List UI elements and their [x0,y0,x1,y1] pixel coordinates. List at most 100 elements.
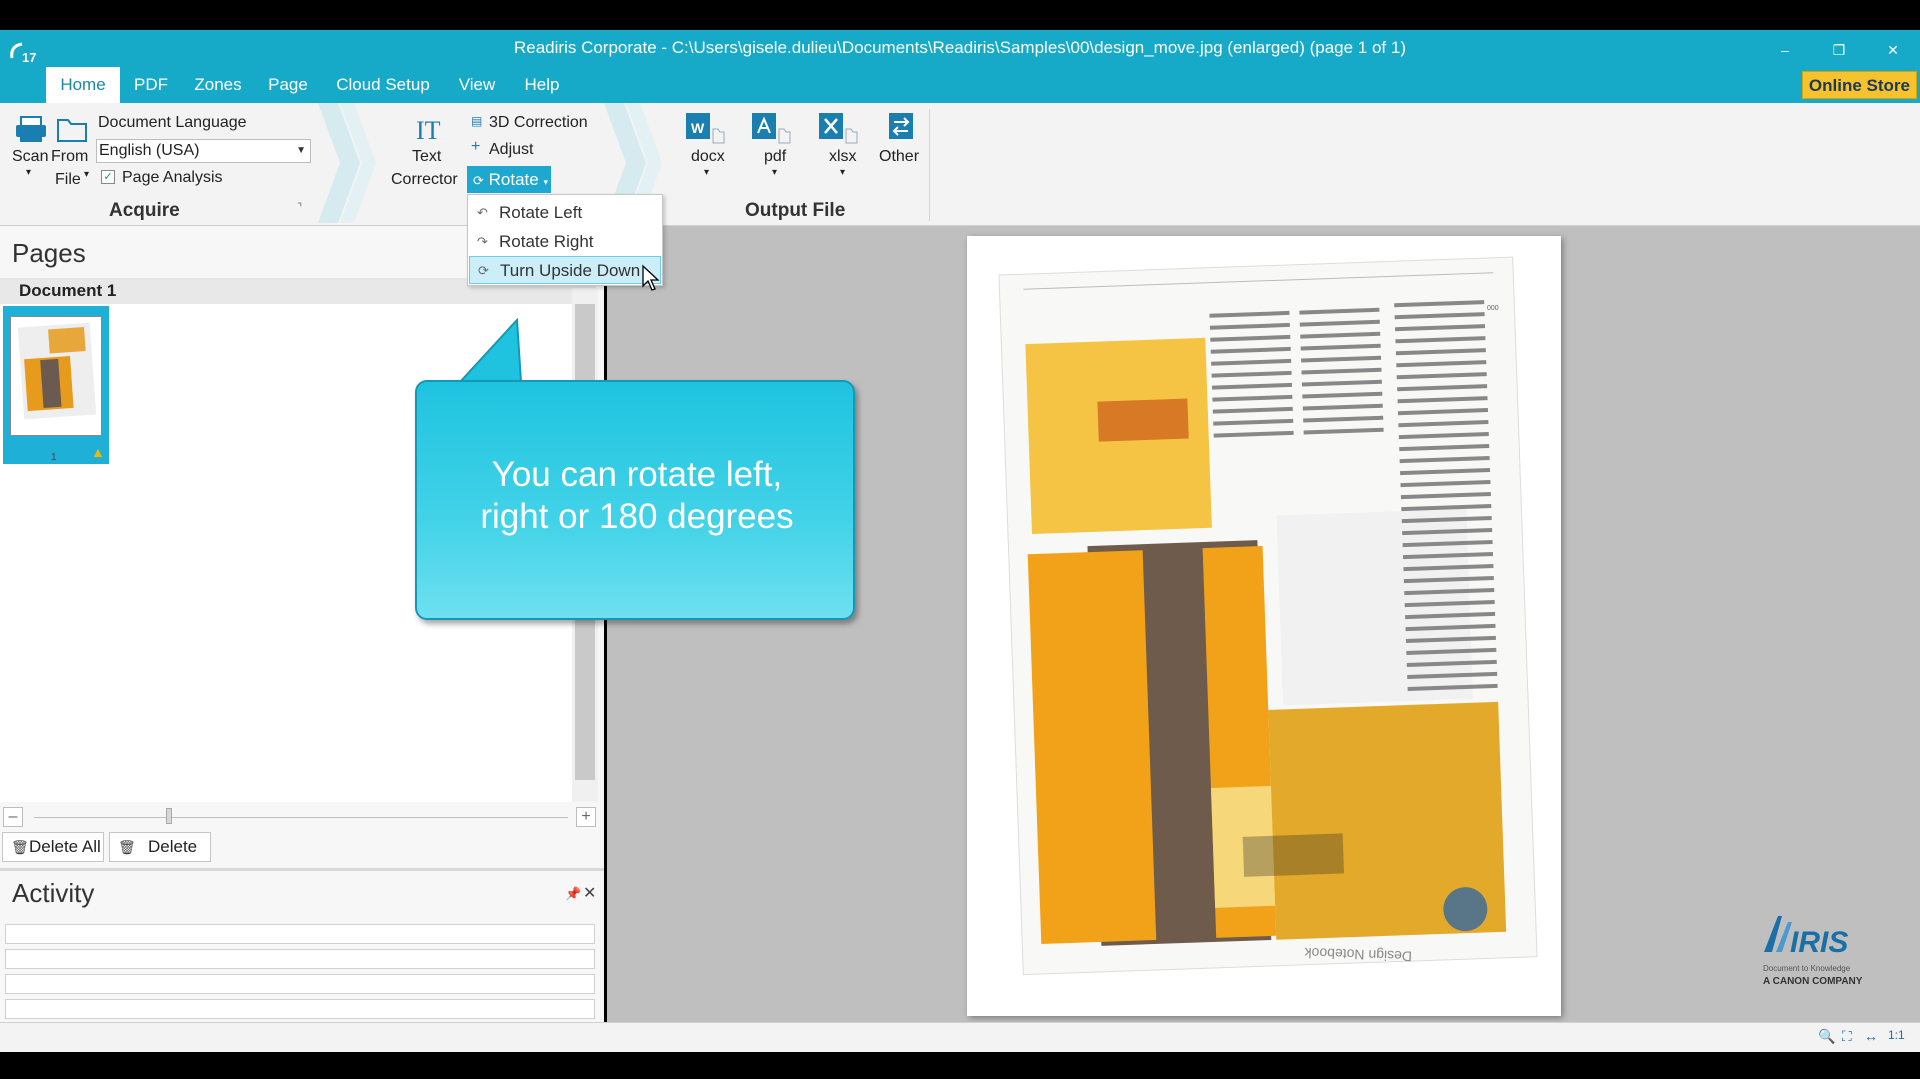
page-number-text: 000 [1487,305,1499,312]
zoom-out-button[interactable]: – [3,807,23,827]
3d-correction-button[interactable]: 3D Correction [489,114,588,132]
turn-upside-down-icon: ⟳ [478,263,489,278]
activity-row [5,924,595,944]
rotate-label: Rotate [488,170,539,189]
document-language-label: Document Language [98,114,247,131]
scan-button-label[interactable]: Scan [12,148,48,166]
tab-cloud-setup[interactable]: Cloud Setup [326,67,440,103]
rotate-right-icon: ↷ [477,234,488,249]
dialog-launcher-icon[interactable]: ⌝ [297,201,302,214]
callout-tail [457,318,523,383]
rotate-button[interactable]: ⟳ Rotate ▾ [467,166,551,193]
tab-zones[interactable]: Zones [186,67,250,103]
scan-dropdown-arrow-icon[interactable]: ▾ [26,167,31,178]
other-format-icon[interactable] [888,111,916,148]
chevron-down-icon: ▼ [296,145,306,156]
chevron-down-icon: ▾ [543,177,548,187]
tab-pdf[interactable]: PDF [128,67,174,103]
from-file-label-1[interactable]: From [51,148,88,166]
rotate-menu: ↶ Rotate Left ↷ Rotate Right ⟳ Turn Upsi… [467,194,663,286]
scanned-page-image: Design Notebook 000 [998,256,1538,976]
thumbnail-zoom-slider: – + [0,802,604,832]
page-analysis-label[interactable]: Page Analysis [122,169,223,187]
iris-logo-word: IRIS [1790,926,1849,959]
zoom-ratio-label[interactable]: 1:1 [1888,1028,1905,1042]
callout-text: You can rotate left, right or 180 degree… [417,454,857,538]
readiris-window: 17 Readiris Corporate - C:\Users\gisele.… [0,0,1920,1079]
other-label[interactable]: Other [879,148,919,166]
mouse-cursor-icon [642,264,660,291]
page-analysis-checkbox[interactable]: ✓ [101,170,115,184]
minimize-button[interactable]: – [1770,38,1800,62]
delete-button[interactable]: 🗑 Delete [109,832,211,862]
rotate-right-label: Rotate Right [499,232,594,251]
from-file-label-2[interactable]: File [55,171,81,189]
pdf-dropdown-arrow-icon[interactable]: ▾ [772,167,777,178]
delete-all-button[interactable]: 🗑 Delete All [2,832,104,862]
magnifier-icon[interactable]: 🔍 [1818,1028,1835,1045]
activity-row [5,999,595,1019]
pin-icon[interactable]: 📌 [565,886,581,902]
svg-text:W: W [691,120,705,136]
xlsx-dropdown-arrow-icon[interactable]: ▾ [840,167,845,178]
fit-page-icon[interactable]: ⛶ [1842,1028,1852,1045]
trash-icon: 🗑 [11,839,29,855]
restore-button[interactable]: ❐ [1824,38,1854,62]
page-thumbnail-image [10,316,102,436]
callout-tail-joint [495,383,555,387]
ribbon-tabs: Home PDF Zones Page Cloud Setup View Hel… [0,67,1920,103]
scanner-icon[interactable] [14,113,48,150]
delete-label: Delete [148,837,198,856]
close-button[interactable]: ✕ [1878,38,1908,62]
rotate-right-item[interactable]: ↷ Rotate Right [469,228,661,256]
excel-icon[interactable] [818,111,858,150]
trash-icon: 🗑 [118,839,136,855]
pdf-icon[interactable] [751,111,791,150]
docx-dropdown-arrow-icon[interactable]: ▾ [704,167,709,178]
iris-logo-tagline: Document to Knowledge [1763,964,1851,973]
callout-line-1: You can rotate left, [491,455,783,494]
fit-width-icon[interactable]: ↔ [1864,1028,1878,1044]
window-title: Readiris Corporate - C:\Users\gisele.dul… [514,38,1406,57]
text-corrector-label-2[interactable]: Corrector [391,171,458,189]
zoom-in-button[interactable]: + [576,807,596,827]
document-page[interactable]: Design Notebook 000 [967,236,1561,1016]
delete-all-label: Delete All [29,837,101,856]
adjust-icon[interactable]: + [471,138,480,156]
pdf-label[interactable]: pdf [764,148,786,166]
adjust-button[interactable]: Adjust [489,141,533,159]
warning-icon: ▲ [91,444,105,460]
ribbon-divider [929,109,930,221]
from-file-dropdown-arrow-icon[interactable]: ▾ [84,169,89,180]
text-corrector-label-1[interactable]: Text [412,148,441,166]
zoom-thumb[interactable] [166,808,172,824]
ribbon: Scan ▾ From File ▾ Document Language Eng… [0,103,1920,226]
turn-upside-down-label: Turn Upside Down [500,261,641,280]
word-doc-icon[interactable]: W [685,111,725,150]
tutorial-callout: You can rotate left, right or 180 degree… [415,380,855,620]
close-icon[interactable]: ✕ [583,883,596,903]
svg-text:IT: IT [416,116,441,145]
online-store-button[interactable]: Online Store [1801,71,1917,99]
page-thumbnail-selected[interactable]: 1 ▲ [3,306,109,464]
decorative-chevron-icon [318,103,376,223]
pages-panel-title: Pages [12,238,86,268]
docx-label[interactable]: docx [691,148,725,166]
tab-home[interactable]: Home [46,67,120,103]
language-select-value: English (USA) [99,142,200,159]
turn-upside-down-item[interactable]: ⟳ Turn Upside Down [469,256,661,284]
thumbnail-page-number: 1 [51,452,57,463]
output-file-group-title: Output File [745,200,846,221]
tab-view[interactable]: View [452,67,502,103]
3d-correction-icon[interactable]: ▤ [471,114,482,128]
rotate-left-item[interactable]: ↶ Rotate Left [469,199,661,227]
zoom-track[interactable] [34,817,568,818]
xlsx-label[interactable]: xlsx [829,148,857,166]
activity-panel-title: Activity [12,878,95,908]
folder-icon[interactable] [56,115,88,148]
language-select[interactable]: English (USA) ▼ [96,139,311,163]
rotate-left-icon: ↶ [477,205,488,220]
tab-help[interactable]: Help [514,67,570,103]
tab-page[interactable]: Page [262,67,314,103]
text-corrector-icon[interactable]: IT [414,113,444,150]
